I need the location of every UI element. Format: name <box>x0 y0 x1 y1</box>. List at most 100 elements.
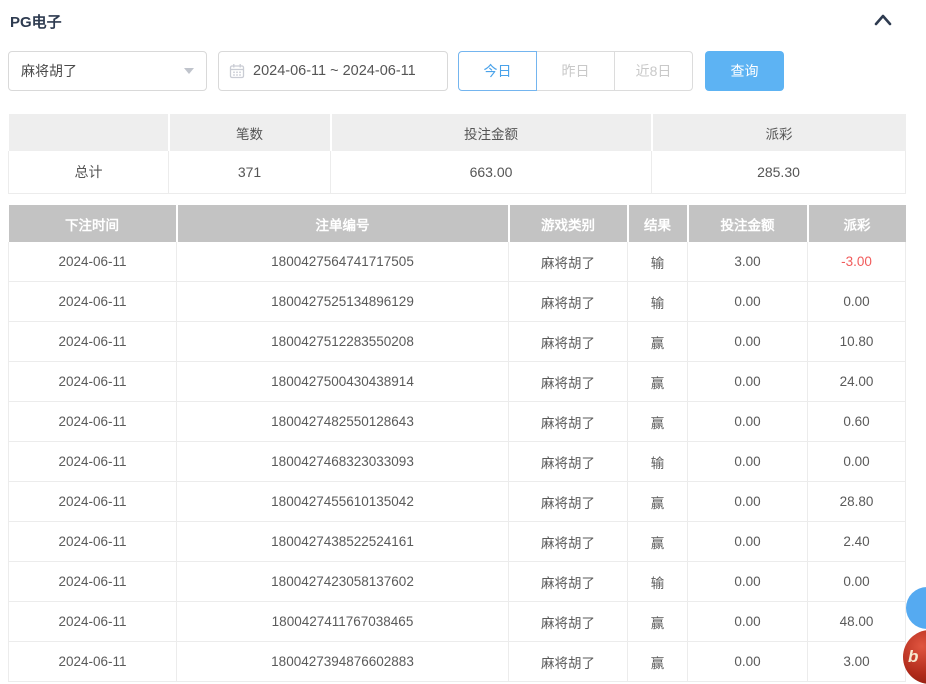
chevron-down-icon <box>184 68 194 74</box>
cell-game-type: 麻将胡了 <box>509 602 628 642</box>
cell-bet-time: 2024-06-11 <box>9 482 177 522</box>
cell-game-type: 麻将胡了 <box>509 482 628 522</box>
cell-bet-amount: 3.00 <box>688 242 808 282</box>
date-range-picker[interactable]: 2024-06-11 ~ 2024-06-11 <box>218 51 448 91</box>
cell-order-id: 1800427564741717505 <box>177 242 509 282</box>
cell-game-type: 麻将胡了 <box>509 402 628 442</box>
summary-total-label: 总计 <box>9 151 169 194</box>
cell-bet-time: 2024-06-11 <box>9 562 177 602</box>
summary-header-count: 笔数 <box>169 114 331 151</box>
cell-order-id: 1800427455610135042 <box>177 482 509 522</box>
cell-bet-amount: 0.00 <box>688 362 808 402</box>
game-select-value: 麻将胡了 <box>21 61 77 81</box>
cell-payout: 2.40 <box>808 522 906 562</box>
records-header-bet-amount: 投注金额 <box>688 205 808 242</box>
game-select[interactable]: 麻将胡了 <box>8 51 207 91</box>
page-title: PG电子 <box>10 11 62 32</box>
cell-bet-time: 2024-06-11 <box>9 362 177 402</box>
summary-header-bet-amount: 投注金额 <box>331 114 652 151</box>
cell-result: 赢 <box>628 322 688 362</box>
cell-payout: 0.60 <box>808 402 906 442</box>
records-header-bet-time: 下注时间 <box>9 205 177 242</box>
records-header-game-type: 游戏类别 <box>509 205 628 242</box>
today-button[interactable]: 今日 <box>458 51 537 91</box>
brand-fab-glyph: b <box>908 647 918 667</box>
cell-result: 赢 <box>628 602 688 642</box>
cell-payout: 48.00 <box>808 602 906 642</box>
cell-game-type: 麻将胡了 <box>509 442 628 482</box>
records-header-payout: 派彩 <box>808 205 906 242</box>
cell-result: 输 <box>628 562 688 602</box>
cell-bet-time: 2024-06-11 <box>9 322 177 362</box>
cell-payout: 0.00 <box>808 562 906 602</box>
cell-game-type: 麻将胡了 <box>509 322 628 362</box>
cell-bet-amount: 0.00 <box>688 482 808 522</box>
cell-payout: 10.80 <box>808 322 906 362</box>
table-row: 2024-06-11 1800427500430438914 麻将胡了 赢 0.… <box>9 362 906 402</box>
date-range-value: 2024-06-11 ~ 2024-06-11 <box>253 63 416 79</box>
summary-header-blank <box>9 114 169 151</box>
cell-bet-amount: 0.00 <box>688 322 808 362</box>
cell-result: 赢 <box>628 402 688 442</box>
cell-bet-amount: 0.00 <box>688 402 808 442</box>
table-row: 2024-06-11 1800427411767038465 麻将胡了 赢 0.… <box>9 602 906 642</box>
table-row: 2024-06-11 1800427423058137602 麻将胡了 输 0.… <box>9 562 906 602</box>
cell-payout: 24.00 <box>808 362 906 402</box>
quick-range-group: 今日 昨日 近8日 <box>458 51 693 91</box>
cell-order-id: 1800427525134896129 <box>177 282 509 322</box>
cell-game-type: 麻将胡了 <box>509 242 628 282</box>
table-row: 2024-06-11 1800427482550128643 麻将胡了 赢 0.… <box>9 402 906 442</box>
cell-bet-time: 2024-06-11 <box>9 242 177 282</box>
summary-total-count: 371 <box>169 151 331 194</box>
last-8-days-button[interactable]: 近8日 <box>614 51 693 91</box>
summary-total-payout: 285.30 <box>652 151 906 194</box>
cell-order-id: 1800427500430438914 <box>177 362 509 402</box>
table-row: 2024-06-11 1800427525134896129 麻将胡了 输 0.… <box>9 282 906 322</box>
cell-bet-time: 2024-06-11 <box>9 282 177 322</box>
cell-game-type: 麻将胡了 <box>509 562 628 602</box>
cell-bet-time: 2024-06-11 <box>9 522 177 562</box>
filter-bar: 麻将胡了 2024-06-11 ~ 2024-06-11 今日 昨日 近8日 查… <box>8 51 784 91</box>
cell-payout: -3.00 <box>808 242 906 282</box>
cell-order-id: 1800427468323033093 <box>177 442 509 482</box>
records-table: 下注时间 注单编号 游戏类别 结果 投注金额 派彩 2024-06-11 180… <box>8 205 906 682</box>
cell-bet-amount: 0.00 <box>688 442 808 482</box>
cell-payout: 28.80 <box>808 482 906 522</box>
table-row: 2024-06-11 1800427564741717505 麻将胡了 输 3.… <box>9 242 906 282</box>
summary-total-bet-amount: 663.00 <box>331 151 652 194</box>
cell-order-id: 1800427411767038465 <box>177 602 509 642</box>
summary-total-row: 总计 371 663.00 285.30 <box>9 151 906 194</box>
calendar-icon <box>229 63 245 79</box>
chevron-up-icon <box>873 13 893 27</box>
cell-bet-amount: 0.00 <box>688 602 808 642</box>
table-row: 2024-06-11 1800427512283550208 麻将胡了 赢 0.… <box>9 322 906 362</box>
cell-result: 输 <box>628 242 688 282</box>
table-row: 2024-06-11 1800427455610135042 麻将胡了 赢 0.… <box>9 482 906 522</box>
cell-bet-time: 2024-06-11 <box>9 402 177 442</box>
records-header-result: 结果 <box>628 205 688 242</box>
cell-order-id: 1800427482550128643 <box>177 402 509 442</box>
cell-bet-amount: 0.00 <box>688 282 808 322</box>
summary-table: 笔数 投注金额 派彩 总计 371 663.00 285.30 <box>8 114 906 194</box>
brand-fab-button[interactable]: b <box>903 630 926 684</box>
cell-result: 赢 <box>628 522 688 562</box>
cell-game-type: 麻将胡了 <box>509 522 628 562</box>
cell-order-id: 1800427512283550208 <box>177 322 509 362</box>
cell-result: 赢 <box>628 482 688 522</box>
cell-result: 输 <box>628 282 688 322</box>
cell-bet-amount: 0.00 <box>688 562 808 602</box>
cell-bet-time: 2024-06-11 <box>9 442 177 482</box>
summary-header-row: 笔数 投注金额 派彩 <box>9 114 906 151</box>
cell-result: 赢 <box>628 362 688 402</box>
table-row: 2024-06-11 1800427468323033093 麻将胡了 输 0.… <box>9 442 906 482</box>
cell-game-type: 麻将胡了 <box>509 362 628 402</box>
records-header-row: 下注时间 注单编号 游戏类别 结果 投注金额 派彩 <box>9 205 906 242</box>
summary-header-payout: 派彩 <box>652 114 906 151</box>
collapse-button[interactable] <box>870 8 896 32</box>
cell-result: 输 <box>628 442 688 482</box>
yesterday-button[interactable]: 昨日 <box>536 51 615 91</box>
cell-game-type: 麻将胡了 <box>509 282 628 322</box>
records-header-order-id: 注单编号 <box>177 205 509 242</box>
chat-fab-button[interactable] <box>906 587 926 629</box>
query-button[interactable]: 查询 <box>705 51 784 91</box>
